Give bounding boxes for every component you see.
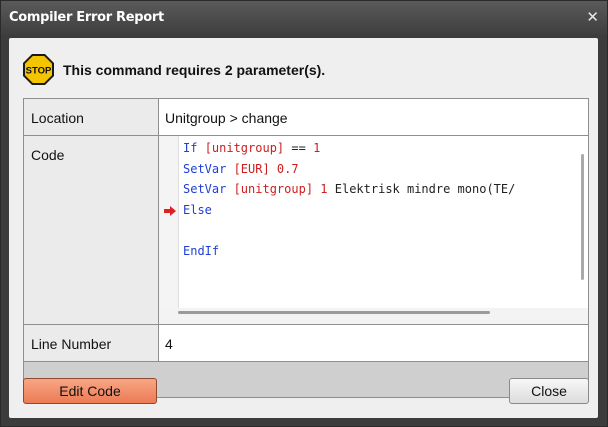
- line-number-value-cell: 4: [159, 325, 588, 361]
- close-icon[interactable]: ✕: [586, 8, 599, 26]
- code-line: SetVar [unitgroup] 1 Elektrisk mindre mo…: [183, 182, 515, 196]
- code-token: SetVar: [183, 161, 234, 176]
- line-number-value: 4: [165, 336, 173, 352]
- code-value-cell: If [unitgroup] == 1 SetVar [EUR] 0.7 SetVa…: [159, 136, 588, 324]
- code-token: 1: [313, 182, 328, 196]
- red-arrow-icon: [164, 205, 176, 216]
- code-token: Else: [183, 202, 212, 217]
- location-label-cell: Location: [24, 99, 159, 135]
- close-button[interactable]: Close: [509, 378, 589, 404]
- location-label: Location: [31, 110, 84, 126]
- code-token: ==: [284, 141, 314, 155]
- code-token: 1: [313, 141, 321, 155]
- line-number-row: Line Number 4: [24, 325, 588, 362]
- dialog-title: Compiler Error Report: [9, 10, 164, 25]
- line-number-label: Line Number: [31, 336, 112, 352]
- code-token: [unitgroup]: [233, 182, 314, 196]
- code-row: Code If [unitgroup] == 1 SetVar [EUR] 0.7…: [24, 136, 588, 325]
- code-gutter: [159, 136, 179, 308]
- location-row: Location Unitgroup > change: [24, 99, 588, 136]
- line-number-label-cell: Line Number: [24, 325, 159, 361]
- code-token: [EUR]: [233, 161, 270, 176]
- location-value-cell: Unitgroup > change: [159, 99, 588, 135]
- code-token: EndIf: [183, 243, 220, 258]
- dialog-content: STOP This command requires 2 parameter(s…: [9, 38, 598, 418]
- code-token: SetVar: [183, 182, 234, 196]
- code-token: 0.7: [269, 161, 299, 176]
- vertical-scrollbar[interactable]: [579, 136, 588, 308]
- horizontal-scrollbar-thumb[interactable]: [178, 311, 490, 314]
- code-token: If: [183, 141, 205, 155]
- horizontal-scrollbar[interactable]: [178, 308, 588, 318]
- code-line: Else: [183, 203, 212, 217]
- stop-sign-icon: STOP: [23, 54, 54, 85]
- code-line: EndIf: [183, 244, 219, 258]
- error-message: This command requires 2 parameter(s).: [63, 62, 326, 78]
- vertical-scrollbar-thumb[interactable]: [581, 154, 584, 280]
- code-line: SetVar [EUR] 0.7: [183, 162, 299, 176]
- title-bar[interactable]: Compiler Error Report ✕: [1, 1, 607, 35]
- code-token: [unitgroup]: [204, 141, 285, 155]
- code-label: Code: [31, 147, 65, 163]
- compiler-error-dialog: Compiler Error Report ✕ STOP This comman…: [0, 0, 608, 427]
- edit-code-button[interactable]: Edit Code: [23, 378, 157, 404]
- code-token: Elektrisk mindre mono(TE/: [327, 182, 516, 196]
- error-details-table: Location Unitgroup > change Code If [uni…: [23, 98, 589, 398]
- code-line: If [unitgroup] == 1: [183, 141, 320, 155]
- code-viewer[interactable]: If [unitgroup] == 1 SetVar [EUR] 0.7 SetVa…: [159, 136, 579, 308]
- stop-sign-text: STOP: [26, 66, 52, 77]
- location-value: Unitgroup > change: [165, 110, 288, 126]
- code-label-cell: Code: [24, 136, 159, 324]
